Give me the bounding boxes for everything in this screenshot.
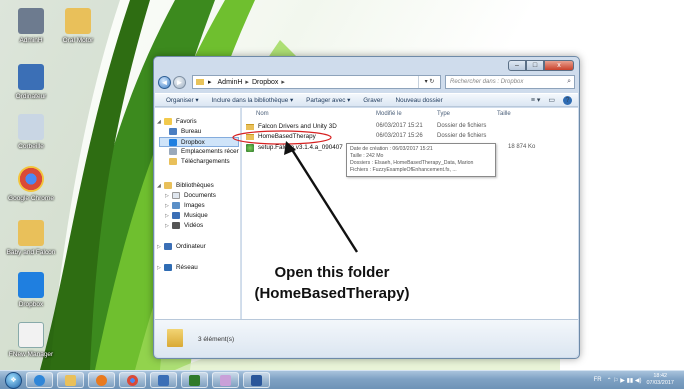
paint-icon [220, 374, 231, 386]
taskbar-game[interactable] [181, 372, 208, 388]
app-icon [158, 374, 169, 386]
media-player-icon [96, 374, 107, 386]
instruction-annotation: Open this folder (HomeBasedTherapy) [254, 264, 410, 302]
tray-icons[interactable]: ⌃ ⚐ ▶ ▮▮ ◀) [607, 377, 642, 384]
desktop: AdminH Oral Motor Ordinateur Corbeille G… [0, 0, 684, 370]
taskbar-word[interactable] [243, 372, 270, 388]
taskbar-chrome[interactable] [119, 372, 146, 388]
game-icon [189, 374, 200, 386]
clock[interactable]: 18:42 07/03/2017 [646, 373, 674, 387]
taskbar-app[interactable] [150, 372, 177, 388]
taskbar-media-player[interactable] [88, 372, 115, 388]
windows-logo-icon[interactable]: ❖ [5, 371, 22, 389]
folder-icon [65, 374, 76, 386]
taskbar-ie[interactable] [26, 372, 53, 388]
taskbar-paint[interactable] [212, 372, 239, 388]
system-tray: FR ⌃ ⚐ ▶ ▮▮ ◀) 18:42 07/03/2017 [594, 371, 684, 389]
taskbar: ❖ FR ⌃ ⚐ ▶ ▮▮ ◀) 18:42 07/03/2017 [0, 370, 684, 389]
chrome-icon [127, 374, 138, 386]
taskbar-explorer[interactable] [57, 372, 84, 388]
word-icon [251, 374, 262, 386]
annotation-overlay [232, 130, 359, 253]
language-indicator[interactable]: FR [594, 377, 602, 383]
internet-explorer-icon [34, 374, 45, 386]
